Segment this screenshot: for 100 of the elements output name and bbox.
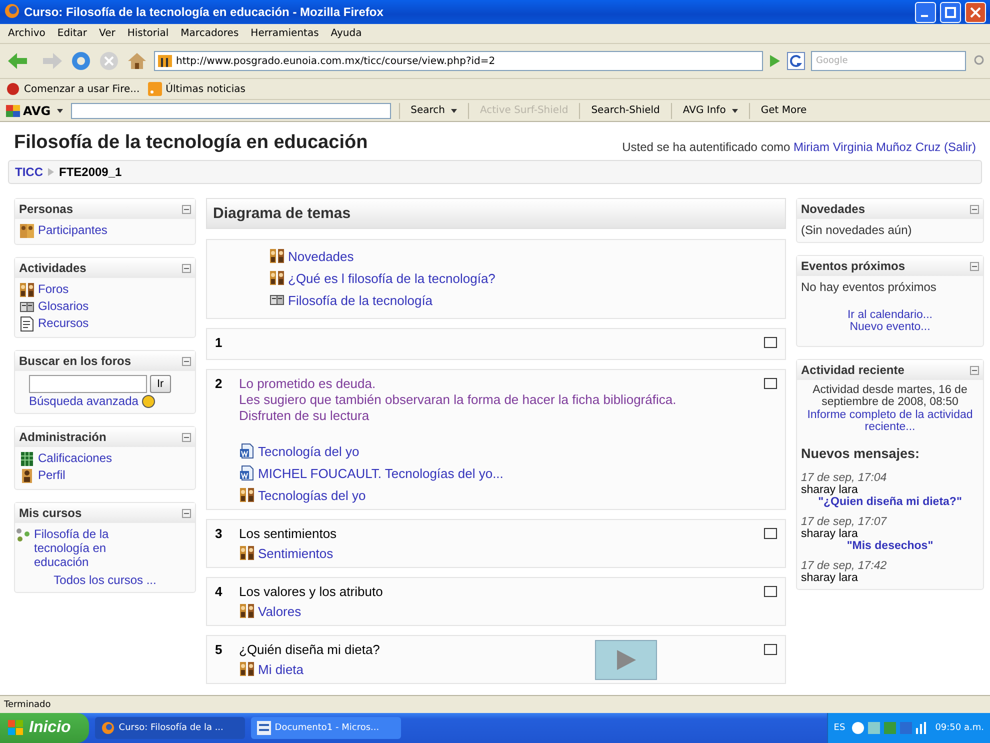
collapse-icon[interactable]: [182, 264, 191, 272]
collapse-icon[interactable]: [182, 204, 191, 214]
post-link[interactable]: "Mis desechos": [801, 540, 979, 552]
collapse-icon[interactable]: [182, 432, 191, 442]
activity-link[interactable]: Tecnologías del yo: [258, 488, 366, 502]
advanced-search-link[interactable]: Búsqueda avanzada: [29, 394, 138, 408]
section-summary: Disfruten de su lectura: [239, 408, 370, 424]
close-icon: [970, 6, 981, 18]
minimize-button[interactable]: [915, 2, 936, 22]
logout-link[interactable]: (Salir): [944, 140, 976, 154]
window-title: Curso: Filosofía de la tecnología en educación - Mozilla Firefox: [24, 5, 384, 19]
dots-icon: [15, 527, 31, 544]
help-icon[interactable]: [142, 395, 155, 408]
menu-item[interactable]: Marcadores: [180, 28, 239, 39]
sidebar-link[interactable]: Filosofía de la tecnología en educación: [34, 527, 191, 570]
post-link[interactable]: "¿Quien diseña mi dieta?": [801, 496, 979, 508]
maximize-button[interactable]: [940, 2, 961, 22]
block-title: Personas: [19, 202, 74, 216]
sidebar-link[interactable]: Participantes: [38, 223, 108, 237]
url-text: http://www.posgrado.eunoia.com.mx/ticc/course/view.php?id=2: [176, 56, 496, 66]
toolbar-button[interactable]: Get More: [758, 104, 810, 117]
squares-icon: [6, 104, 20, 116]
menu-item[interactable]: Archivo: [8, 28, 46, 39]
collapse-icon[interactable]: [970, 204, 979, 214]
separator-icon: [48, 168, 54, 176]
toolbar-button[interactable]: Search-Shield: [588, 104, 663, 117]
toolbar-button[interactable]: Search: [408, 104, 460, 117]
activity-link[interactable]: Filosofía de la tecnología: [288, 292, 433, 308]
highlight-checkbox[interactable]: [764, 644, 777, 655]
sidebar-link[interactable]: Recursos: [38, 316, 89, 330]
search-field[interactable]: [29, 375, 147, 393]
sidebar-link[interactable]: Glosarios: [38, 299, 89, 313]
collapse-icon[interactable]: [970, 262, 979, 270]
taskbar-button[interactable]: Curso: Filosofía de la ...: [94, 717, 245, 739]
caret-icon: [732, 108, 738, 112]
figure-icon: [19, 468, 35, 484]
highlight-checkbox[interactable]: [764, 586, 777, 597]
highlight-checkbox[interactable]: [764, 337, 777, 348]
toolbar-button[interactable]: AVG Info: [680, 104, 741, 117]
activity-link[interactable]: Valores: [258, 604, 302, 618]
book-icon: [19, 299, 35, 315]
caret-icon: [56, 108, 63, 112]
maximize-icon: [945, 6, 956, 18]
close-button[interactable]: [965, 2, 986, 22]
sidebar-link[interactable]: Foros: [38, 282, 69, 296]
menu-item[interactable]: Editar: [57, 28, 87, 39]
address-field[interactable]: http://www.posgrado.eunoia.com.mx/ticc/course/view.php?id=2: [154, 51, 763, 71]
avg-search-field[interactable]: [70, 102, 391, 118]
reload-button[interactable]: [70, 50, 92, 72]
menu-item[interactable]: Ver: [99, 28, 116, 39]
caret-icon: [450, 108, 457, 112]
figures-icon: [269, 248, 285, 264]
activity-link[interactable]: Sentimientos: [258, 546, 334, 560]
play-icon: [615, 649, 637, 671]
figures-icon: [269, 270, 285, 286]
block-text: No hay eventos próximos: [801, 280, 938, 294]
collapse-icon[interactable]: [970, 366, 979, 374]
breadcrumb-link[interactable]: TICC: [15, 165, 43, 179]
home-button[interactable]: [126, 50, 148, 72]
figures-icon: [19, 223, 35, 239]
sidebar-link[interactable]: Perfil: [38, 468, 66, 482]
report-link[interactable]: Informe completo de la actividad reciente...: [801, 409, 979, 433]
block-title: Novedades: [801, 202, 866, 216]
search-engine-icon[interactable]: [787, 52, 805, 70]
highlight-checkbox[interactable]: [764, 528, 777, 539]
menu-item[interactable]: Ayuda: [330, 28, 362, 39]
bookmark-link[interactable]: Últimas noticias: [148, 82, 246, 96]
event-link[interactable]: Nuevo evento...: [850, 321, 930, 333]
figures-icon: [239, 487, 255, 503]
activity-link[interactable]: MICHEL FOUCAULT. Tecnologías del yo...: [258, 466, 504, 480]
submit-button[interactable]: Ir: [150, 375, 171, 393]
sidebar-link[interactable]: Calificaciones: [38, 451, 112, 466]
user-link[interactable]: Miriam Virginia Muñoz Cruz: [794, 140, 941, 154]
section-summary: Los valores y los atributo: [239, 584, 384, 600]
activity-link[interactable]: Novedades: [288, 248, 354, 264]
browser-logo-icon: [6, 82, 20, 96]
document-icon: [239, 465, 255, 481]
figures-icon: [239, 661, 255, 677]
menu-item[interactable]: Herramientas: [250, 28, 319, 39]
post-date: 17 de sep, 17:04: [801, 472, 888, 484]
activity-link[interactable]: ¿Qué es l filosofía de la tecnología?: [288, 270, 496, 286]
highlight-checkbox[interactable]: [764, 378, 777, 389]
menu-item[interactable]: Historial: [127, 28, 169, 39]
collapse-icon[interactable]: [182, 508, 191, 518]
login-status: Usted se ha autentificado como Miriam Virginia Muñoz Cruz (Salir): [622, 140, 976, 154]
activity-date-text: Actividad desde martes, 16 de septiembre de 2008, 08:50: [812, 384, 968, 408]
activity-link[interactable]: Mi dieta: [258, 662, 304, 676]
grid-icon: [19, 451, 35, 468]
bookmark-link[interactable]: Comenzar a usar Fire...: [6, 82, 140, 96]
document-icon: [239, 443, 255, 459]
event-link[interactable]: Ir al calendario...: [847, 309, 932, 321]
activity-link[interactable]: Tecnología del yo: [258, 444, 360, 458]
block-title: Buscar en los foros: [19, 354, 132, 368]
avg-logo[interactable]: AVG: [6, 104, 63, 118]
section-title: Diagrama de temas: [206, 198, 786, 229]
collapse-icon[interactable]: [182, 356, 191, 366]
clock: 09:50 a.m.: [935, 723, 984, 733]
all-courses-link[interactable]: Todos los cursos ...: [19, 573, 191, 588]
feed-icon: [148, 82, 162, 96]
taskbar-button[interactable]: Documento1 - Micros...: [250, 717, 401, 739]
